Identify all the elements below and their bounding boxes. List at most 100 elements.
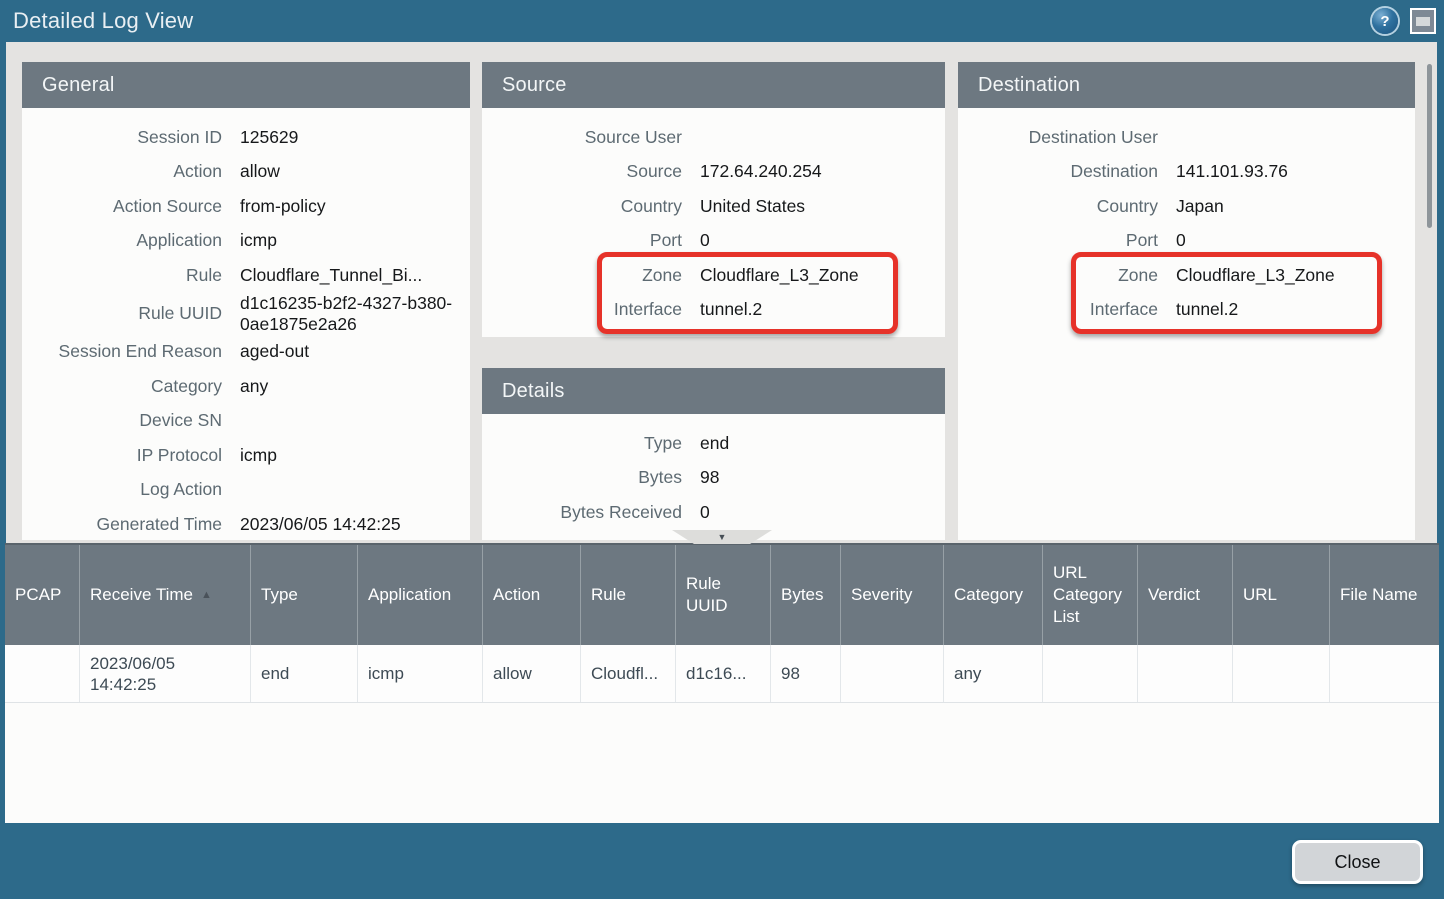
column-header-label: Severity bbox=[851, 584, 912, 606]
field-value: United States bbox=[700, 196, 945, 217]
panel-destination-body: Destination UserDestination141.101.93.76… bbox=[958, 108, 1415, 327]
column-header-rule-uuid[interactable]: Rule UUID bbox=[676, 545, 771, 645]
field-value: 125629 bbox=[240, 127, 470, 148]
column-header-url-category-list[interactable]: URL Category List bbox=[1043, 545, 1138, 645]
field-value: Cloudflare_L3_Zone bbox=[1176, 265, 1415, 286]
field-row: Action Source from-policy bbox=[22, 189, 470, 224]
panel-general-body: Session ID 125629 Action allow Action Source… bbox=[22, 108, 470, 540]
sort-ascending-icon: ▲ bbox=[201, 584, 212, 606]
field-label: Device SN bbox=[22, 410, 222, 431]
field-label: Action bbox=[22, 161, 222, 182]
field-value: Japan bbox=[1176, 196, 1415, 217]
field-label: Session ID bbox=[22, 127, 222, 148]
field-label: Interface bbox=[958, 299, 1158, 320]
field-row: Action allow bbox=[22, 155, 470, 190]
table-cell bbox=[1233, 645, 1330, 702]
column-header-receive-time[interactable]: Receive Time▲ bbox=[80, 545, 251, 645]
field-value: 172.64.240.254 bbox=[700, 161, 945, 182]
field-value: allow bbox=[240, 161, 470, 182]
field-label: IP Protocol bbox=[22, 445, 222, 466]
column-header-url[interactable]: URL bbox=[1233, 545, 1330, 645]
column-header-verdict[interactable]: Verdict bbox=[1138, 545, 1233, 645]
field-label: Rule bbox=[22, 265, 222, 286]
detailed-log-view-dialog: Detailed Log View ? General Session ID12… bbox=[0, 0, 1444, 899]
table-cell bbox=[1330, 645, 1439, 702]
column-header-category[interactable]: Category bbox=[944, 545, 1043, 645]
help-icon[interactable]: ? bbox=[1372, 8, 1398, 34]
table-cell: 2023/06/05 14:42:25 bbox=[80, 645, 251, 702]
field-label: Generated Time bbox=[22, 514, 222, 535]
column-header-bytes[interactable]: Bytes bbox=[771, 545, 841, 645]
table-cell bbox=[1043, 645, 1138, 702]
field-row: Port0 bbox=[482, 224, 945, 259]
panel-details-header: Details bbox=[482, 368, 945, 414]
field-label: Type bbox=[482, 433, 682, 454]
table-cell bbox=[5, 645, 80, 702]
panel-source: Source Source User Source 172.64.240.254 Co… bbox=[482, 62, 945, 337]
field-label: Country bbox=[482, 196, 682, 217]
close-button[interactable]: Close bbox=[1292, 840, 1423, 884]
column-header-rule[interactable]: Rule bbox=[581, 545, 676, 645]
window-maximize-icon[interactable] bbox=[1410, 8, 1436, 34]
table-cell: Cloudfl... bbox=[581, 645, 676, 702]
field-label: Port bbox=[958, 230, 1158, 251]
column-header-label: File Name bbox=[1340, 584, 1417, 606]
field-row: Zone Cloudflare_L3_Zone bbox=[482, 258, 945, 293]
table-cell: end bbox=[251, 645, 358, 702]
field-row: CountryJapan bbox=[958, 189, 1415, 224]
panel-details: Details Typeend Bytes 98 Bytes Received 0 bbox=[482, 368, 945, 540]
column-header-label: Category bbox=[954, 584, 1023, 606]
field-label: Zone bbox=[482, 265, 682, 286]
titlebar: Detailed Log View ? bbox=[0, 0, 1444, 42]
column-header-pcap[interactable]: PCAP bbox=[5, 545, 80, 645]
column-header-label: PCAP bbox=[15, 584, 61, 606]
titlebar-icons: ? bbox=[1372, 8, 1436, 34]
window-icon-pane bbox=[1416, 17, 1430, 26]
log-table-body: 2023/06/05 14:42:25endicmpallowCloudfl..… bbox=[5, 645, 1439, 703]
field-value: icmp bbox=[240, 445, 470, 466]
field-label: Source bbox=[482, 161, 682, 182]
column-header-action[interactable]: Action bbox=[483, 545, 581, 645]
field-label: Bytes Received bbox=[482, 502, 682, 523]
column-header-application[interactable]: Application bbox=[358, 545, 483, 645]
field-row: Rule Cloudflare_Tunnel_Bi... bbox=[22, 258, 470, 293]
field-label: Rule UUID bbox=[22, 303, 222, 324]
column-header-label: Rule UUID bbox=[686, 573, 764, 617]
column-header-label: Action bbox=[493, 584, 540, 606]
field-value: icmp bbox=[240, 230, 470, 251]
vertical-scrollbar-thumb[interactable] bbox=[1427, 64, 1432, 228]
field-row: Session End Reasonaged-out bbox=[22, 335, 470, 370]
field-label: Action Source bbox=[22, 196, 222, 217]
window-icon-frame bbox=[1412, 10, 1434, 32]
field-value: d1c16235-b2f2-4327-b380-0ae1875e2a26 bbox=[240, 293, 470, 335]
field-row: Categoryany bbox=[22, 369, 470, 404]
field-value: from-policy bbox=[240, 196, 470, 217]
field-row: Typeend bbox=[482, 426, 945, 461]
field-label: Bytes bbox=[482, 467, 682, 488]
field-value: 0 bbox=[700, 502, 945, 523]
column-header-label: Application bbox=[368, 584, 451, 606]
field-row: Source User bbox=[482, 120, 945, 155]
column-header-file-name[interactable]: File Name bbox=[1330, 545, 1439, 645]
panel-source-body: Source User Source 172.64.240.254 Country Un… bbox=[482, 108, 945, 327]
panel-destination: Destination Destination UserDestination1… bbox=[958, 62, 1415, 540]
field-row: Generated Time2023/06/05 14:42:25 bbox=[22, 507, 470, 540]
column-header-label: Verdict bbox=[1148, 584, 1200, 606]
field-value: aged-out bbox=[240, 341, 470, 362]
field-label: Interface bbox=[482, 299, 682, 320]
field-value: Cloudflare_Tunnel_Bi... bbox=[240, 265, 470, 286]
field-label: Category bbox=[22, 376, 222, 397]
table-cell: allow bbox=[483, 645, 581, 702]
table-row[interactable]: 2023/06/05 14:42:25endicmpallowCloudfl..… bbox=[5, 645, 1439, 703]
panel-destination-header: Destination bbox=[958, 62, 1415, 108]
column-header-label: URL bbox=[1243, 584, 1277, 606]
field-value: 98 bbox=[700, 467, 945, 488]
table-cell bbox=[1138, 645, 1233, 702]
column-header-severity[interactable]: Severity bbox=[841, 545, 944, 645]
field-value: Cloudflare_L3_Zone bbox=[700, 265, 945, 286]
field-row: Port0 bbox=[958, 224, 1415, 259]
column-header-type[interactable]: Type bbox=[251, 545, 358, 645]
field-row: Rule UUID d1c16235-b2f2-4327-b380-0ae1875… bbox=[22, 293, 470, 335]
panel-general: General Session ID125629ActionallowActio… bbox=[22, 62, 470, 540]
column-header-label: Rule bbox=[591, 584, 626, 606]
